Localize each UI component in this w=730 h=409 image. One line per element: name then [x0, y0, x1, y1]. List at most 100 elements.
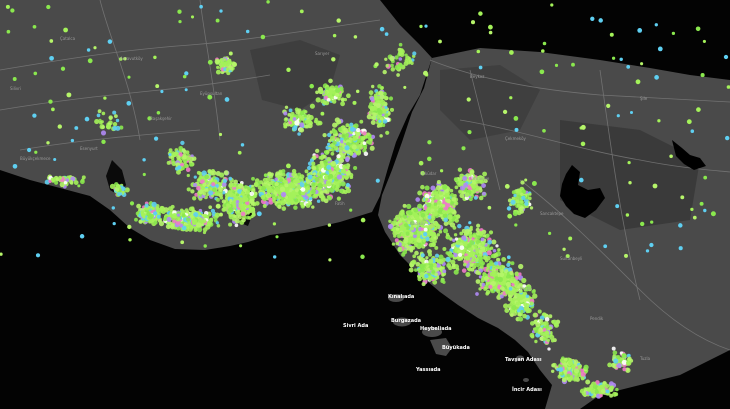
incident-point[interactable]: [438, 254, 444, 260]
incident-point[interactable]: [287, 113, 292, 117]
incident-point[interactable]: [635, 79, 641, 85]
incident-point[interactable]: [208, 205, 213, 210]
incident-point[interactable]: [442, 269, 447, 274]
incident-point[interactable]: [222, 206, 228, 212]
incident-point[interactable]: [186, 217, 191, 222]
incident-point[interactable]: [424, 24, 428, 28]
incident-point[interactable]: [529, 332, 535, 338]
incident-point[interactable]: [398, 62, 403, 68]
incident-point[interactable]: [100, 120, 104, 124]
incident-point[interactable]: [341, 133, 347, 139]
incident-point[interactable]: [522, 313, 527, 319]
incident-point[interactable]: [182, 155, 187, 160]
incident-point[interactable]: [580, 376, 585, 381]
incident-point[interactable]: [49, 55, 54, 61]
incident-point[interactable]: [266, 188, 271, 193]
incident-point[interactable]: [57, 124, 62, 129]
incident-point[interactable]: [326, 164, 332, 170]
incident-point[interactable]: [12, 163, 18, 169]
incident-point[interactable]: [489, 246, 494, 250]
incident-point[interactable]: [268, 197, 273, 202]
incident-point[interactable]: [467, 243, 472, 248]
incident-point[interactable]: [115, 118, 120, 123]
incident-point[interactable]: [317, 183, 323, 189]
incident-point[interactable]: [315, 97, 321, 103]
incident-point[interactable]: [457, 167, 463, 172]
incident-point[interactable]: [327, 223, 332, 227]
incident-point[interactable]: [304, 169, 309, 174]
incident-point[interactable]: [313, 119, 318, 124]
incident-point[interactable]: [435, 258, 439, 263]
incident-point[interactable]: [320, 111, 325, 116]
incident-point[interactable]: [539, 321, 545, 326]
incident-point[interactable]: [424, 185, 430, 191]
incident-point[interactable]: [344, 145, 350, 151]
incident-point[interactable]: [600, 388, 606, 394]
incident-point[interactable]: [58, 175, 62, 180]
incident-point[interactable]: [202, 182, 207, 187]
incident-point[interactable]: [571, 62, 575, 67]
incident-point[interactable]: [384, 57, 388, 61]
incident-point[interactable]: [300, 187, 306, 192]
incident-point[interactable]: [484, 258, 489, 263]
incident-point[interactable]: [384, 113, 389, 118]
incident-point[interactable]: [339, 150, 343, 154]
incident-point[interactable]: [568, 236, 573, 241]
incident-point[interactable]: [326, 97, 331, 102]
incident-point[interactable]: [461, 146, 466, 151]
incident-point[interactable]: [327, 195, 333, 201]
incident-point[interactable]: [316, 172, 321, 177]
incident-point[interactable]: [215, 203, 221, 209]
incident-point[interactable]: [345, 123, 350, 128]
incident-point[interactable]: [545, 334, 550, 339]
incident-point[interactable]: [209, 217, 214, 222]
incident-point[interactable]: [219, 196, 224, 200]
incident-point[interactable]: [468, 221, 472, 225]
incident-point[interactable]: [377, 123, 382, 127]
incident-point[interactable]: [103, 96, 107, 100]
incident-point[interactable]: [427, 156, 432, 162]
incident-point[interactable]: [260, 34, 266, 40]
incident-point[interactable]: [127, 224, 132, 230]
incident-point[interactable]: [404, 223, 409, 228]
incident-point[interactable]: [215, 69, 221, 75]
incident-point[interactable]: [300, 111, 305, 116]
incident-point[interactable]: [446, 198, 451, 204]
incident-point[interactable]: [306, 114, 311, 118]
incident-point[interactable]: [487, 239, 493, 245]
incident-point[interactable]: [586, 387, 590, 391]
incident-point[interactable]: [469, 263, 473, 268]
incident-point[interactable]: [427, 272, 431, 276]
incident-point[interactable]: [219, 212, 223, 217]
incident-point[interactable]: [449, 208, 455, 213]
incident-point[interactable]: [417, 190, 423, 196]
incident-point[interactable]: [442, 204, 446, 208]
incident-point[interactable]: [592, 384, 598, 390]
incident-point[interactable]: [262, 203, 267, 209]
incident-point[interactable]: [605, 389, 610, 394]
incident-point[interactable]: [492, 249, 497, 253]
incident-point[interactable]: [451, 263, 456, 268]
incident-point[interactable]: [412, 254, 417, 259]
incident-point[interactable]: [238, 203, 243, 208]
incident-point[interactable]: [686, 119, 692, 125]
incident-point[interactable]: [485, 289, 491, 295]
incident-point[interactable]: [375, 178, 380, 183]
incident-point[interactable]: [492, 265, 497, 270]
incident-point[interactable]: [192, 218, 198, 225]
incident-point[interactable]: [554, 63, 559, 67]
incident-point[interactable]: [168, 153, 172, 157]
incident-point[interactable]: [362, 131, 367, 136]
incident-point[interactable]: [602, 380, 607, 385]
incident-point[interactable]: [519, 200, 524, 204]
incident-point[interactable]: [454, 218, 459, 223]
incident-point[interactable]: [509, 50, 514, 55]
incident-point[interactable]: [370, 105, 376, 111]
incident-point[interactable]: [511, 304, 517, 311]
incident-point[interactable]: [423, 70, 428, 76]
incident-point[interactable]: [281, 206, 287, 211]
incident-point[interactable]: [398, 57, 403, 61]
incident-point[interactable]: [306, 119, 311, 123]
incident-point[interactable]: [80, 179, 85, 185]
incident-point[interactable]: [520, 192, 524, 197]
